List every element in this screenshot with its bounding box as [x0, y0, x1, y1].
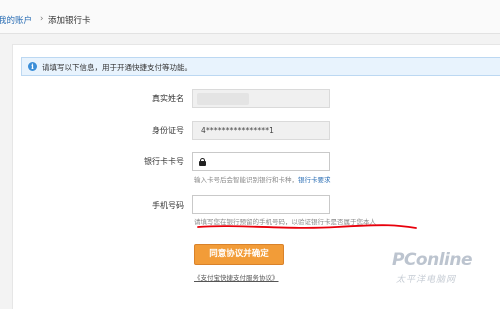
info-notice: i 请填写以下信息，用于开通快捷支付等功能。: [21, 57, 500, 76]
real-name-field: [192, 89, 330, 108]
id-number-value: 4****************1: [201, 126, 275, 135]
card-hint-text: 输入卡号后会智能识别银行和卡种，: [194, 176, 298, 184]
breadcrumb-my-account[interactable]: 我的账户: [0, 14, 32, 26]
top-bar: 我的账户 › 添加银行卡: [0, 0, 500, 34]
id-number-label: 身份证号: [152, 126, 184, 135]
card-number-hint: 输入卡号后会智能识别银行和卡种，银行卡要求: [194, 174, 331, 184]
watermark-logo: PConline: [392, 250, 473, 270]
masked-name-value: [197, 93, 249, 105]
card-requirements-link[interactable]: 银行卡要求: [298, 176, 331, 184]
card-number-label: 银行卡卡号: [144, 157, 184, 166]
id-number-field: 4****************1: [192, 121, 330, 140]
agree-and-confirm-button[interactable]: 同意协议并确定: [194, 244, 284, 265]
card-number-input[interactable]: [192, 152, 330, 171]
site-watermark: PConline 太平洋电脑网: [392, 250, 492, 290]
service-agreement-link[interactable]: 《支付宝快捷支付服务协议》: [194, 272, 279, 282]
phone-input[interactable]: [192, 195, 330, 214]
info-icon: i: [28, 62, 37, 71]
phone-label: 手机号码: [152, 201, 184, 210]
lock-icon: [199, 158, 206, 166]
real-name-label: 真实姓名: [152, 94, 184, 103]
annotation-underline: [197, 224, 417, 229]
breadcrumb-current: 添加银行卡: [48, 16, 91, 26]
watermark-subtitle: 太平洋电脑网: [396, 275, 457, 285]
notice-text: 请填写以下信息，用于开通快捷支付等功能。: [42, 63, 192, 72]
breadcrumb-separator: ›: [40, 14, 44, 24]
